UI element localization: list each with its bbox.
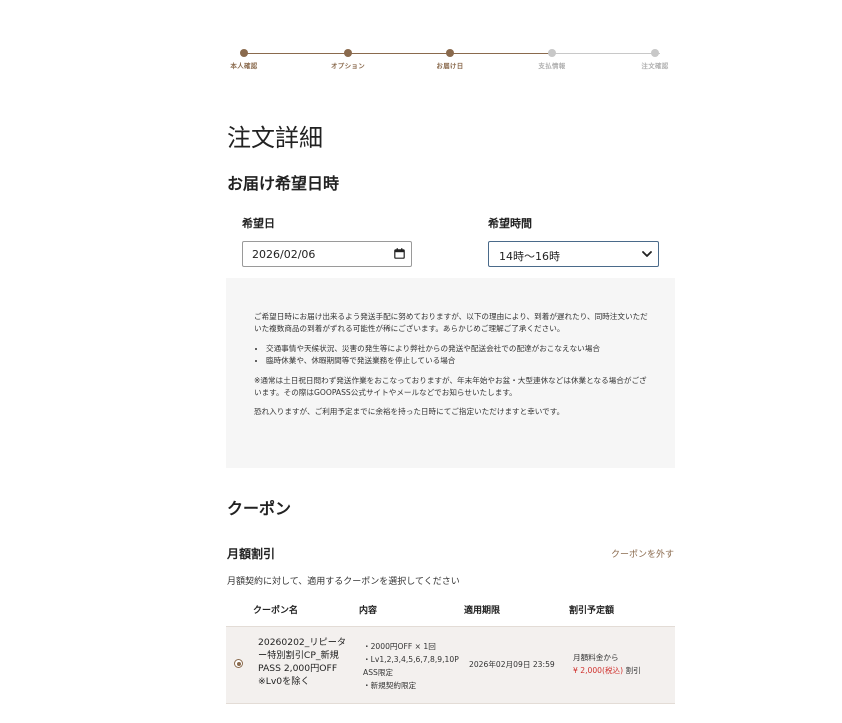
coupon-section-title: クーポン bbox=[227, 499, 292, 518]
step-dot bbox=[446, 49, 454, 57]
coupon-row[interactable]: 20260202_リピーター特別割引CP_新規PASS 2,000円OFF ※L… bbox=[226, 626, 675, 704]
page-title: 注文詳細 bbox=[227, 124, 323, 152]
chevron-down-icon bbox=[642, 251, 652, 257]
step-option: オプション bbox=[318, 46, 378, 70]
notice-paragraph: 恐れ入りますが、ご利用予定までに余裕を持った日時にてご指定いただけますと幸いです… bbox=[254, 407, 565, 417]
step-dot bbox=[548, 49, 556, 57]
notice-paragraph: ※通常は土日祝日問わず発送作業をおこなっておりますが、年末年始やお盆・大型連休な… bbox=[254, 375, 647, 398]
discount-amount: ¥ 2,000(税込) bbox=[573, 666, 624, 675]
delivery-time-value: 14時〜16時 bbox=[499, 250, 560, 263]
coupon-discount: 月額料金から ¥ 2,000(税込) 割引 bbox=[573, 651, 641, 677]
coupon-content: ・2000円OFF × 1回 ・Lv1,2,3,4,5,6,7,8,9,10PA… bbox=[363, 642, 459, 690]
coupon-description: 月額契約に対して、適用するクーポンを選択してください bbox=[227, 577, 460, 587]
order-details-page: 本人確認 オプション お届け日 支払情報 注文確認 注文詳細 お届け希望日時 希… bbox=[0, 0, 842, 723]
step-label: 注文確認 bbox=[641, 62, 669, 70]
delivery-time-select[interactable]: 14時〜16時 bbox=[488, 241, 659, 267]
notice-bullet: 臨時休業や、休暇期間等で発送業務を停止している場合 bbox=[266, 355, 649, 367]
remove-coupon-link[interactable]: クーポンを外す bbox=[611, 547, 674, 560]
notice-paragraph: ご希望日時にお届け出来るよう発送手配に努めておりますが、以下の理由により、到着が… bbox=[254, 312, 648, 334]
monthly-discount-title: 月額割引 bbox=[227, 547, 276, 561]
step-payment: 支払情報 bbox=[522, 46, 582, 70]
time-label: 希望時間 bbox=[488, 217, 532, 230]
notice-bullet: 交通事情や天候状況、災害の発生等により弊社からの発送や配送会社での配達がおこなえ… bbox=[266, 343, 649, 355]
delivery-date-value: 2026/02/06 bbox=[252, 248, 316, 261]
step-label: 支払情報 bbox=[538, 62, 566, 70]
column-header-expiry: 適用期限 bbox=[464, 606, 501, 616]
progress-stepper: 本人確認 オプション お届け日 支払情報 注文確認 bbox=[228, 46, 674, 72]
delivery-section-title: お届け希望日時 bbox=[227, 174, 340, 193]
coupon-name: 20260202_リピーター特別割引CP_新規PASS 2,000円OFF ※L… bbox=[258, 637, 347, 687]
step-dot bbox=[240, 49, 248, 57]
step-label: 本人確認 bbox=[230, 62, 258, 70]
date-label: 希望日 bbox=[242, 217, 275, 230]
step-label: オプション bbox=[331, 62, 365, 70]
delivery-notice: ご希望日時にお届け出来るよう発送手配に努めておりますが、以下の理由により、到着が… bbox=[226, 278, 675, 468]
coupon-radio[interactable] bbox=[234, 659, 243, 668]
stepper-line-done bbox=[244, 53, 550, 54]
notice-bullet-list: 交通事情や天候状況、災害の発生等により弊社からの発送や配送会社での配達がおこなえ… bbox=[254, 343, 649, 368]
coupon-expiry: 2026年02月09日 23:59 bbox=[469, 660, 555, 669]
step-confirm: 注文確認 bbox=[625, 46, 685, 70]
step-label: お届け日 bbox=[436, 62, 464, 70]
column-header-discount: 割引予定額 bbox=[569, 606, 615, 616]
column-header-content: 内容 bbox=[359, 606, 378, 616]
step-delivery-date: お届け日 bbox=[420, 46, 480, 70]
step-identity: 本人確認 bbox=[214, 46, 274, 70]
discount-prefix: 月額料金から bbox=[573, 653, 619, 662]
delivery-date-input[interactable]: 2026/02/06 bbox=[242, 241, 412, 267]
calendar-icon[interactable] bbox=[394, 248, 405, 259]
discount-suffix: 割引 bbox=[625, 666, 641, 675]
radio-selected-dot bbox=[236, 661, 241, 666]
column-header-name: クーポン名 bbox=[253, 606, 299, 616]
step-dot bbox=[344, 49, 352, 57]
step-dot bbox=[651, 49, 659, 57]
